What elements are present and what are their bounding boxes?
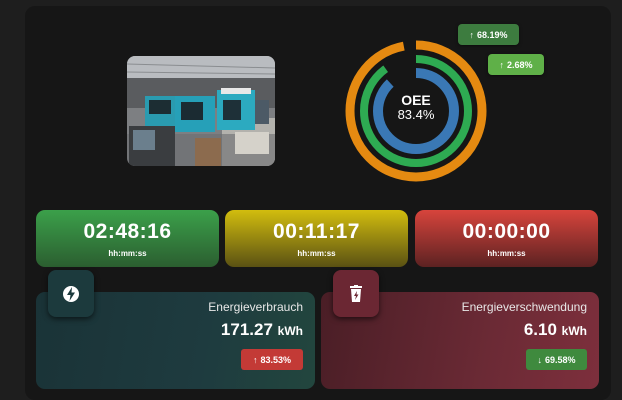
badge-oee-delta-2: ↑ 2.68% (488, 54, 544, 75)
energy-waste-value: 6.10 kWh (420, 320, 587, 340)
timer-value: 00:11:17 (273, 220, 360, 243)
oee-value: 83.4% (397, 107, 435, 122)
arrow-down-icon: ↓ (537, 354, 542, 365)
badge-text: 68.19% (476, 29, 508, 40)
arrow-up-icon: ↑ (252, 354, 258, 365)
timer-idle: 00:11:17 hh:mm:ss (225, 210, 408, 267)
badge-text: 2.68% (506, 59, 533, 70)
energy-waste-badge: ↓ 69.58% (526, 349, 587, 370)
energy-consumption-badge: ↑ 83.53% (241, 349, 303, 370)
timer-unit: hh:mm:ss (297, 249, 336, 258)
timer-stopped: 00:00:00 hh:mm:ss (415, 210, 598, 267)
energy-consumption-value: 171.27 kWh (150, 320, 303, 340)
badge-oee-delta-1: ↑ 68.19% (458, 24, 519, 45)
machine-photo (127, 56, 275, 166)
energy-consumption-title: Energieverbrauch (208, 300, 303, 314)
energy-waste-title: Energieverschwendung (461, 300, 587, 314)
arrow-up-icon: ↑ (499, 59, 504, 70)
badge-text: 83.53% (260, 354, 292, 365)
timer-unit: hh:mm:ss (108, 249, 147, 258)
trash-icon (333, 270, 379, 317)
value-number: 171.27 (220, 320, 273, 339)
oee-label: OEE (401, 92, 431, 108)
value-number: 6.10 (523, 320, 557, 339)
value-unit: kWh (277, 324, 303, 338)
value-unit: kWh (561, 324, 587, 338)
badge-text: 69.58% (544, 354, 576, 365)
timer-running: 02:48:16 hh:mm:ss (36, 210, 219, 267)
timer-unit: hh:mm:ss (487, 249, 526, 258)
lightning-icon (48, 270, 94, 317)
arrow-up-icon: ↑ (469, 29, 474, 40)
timer-value: 00:00:00 (462, 220, 551, 243)
timer-value: 02:48:16 (83, 220, 172, 243)
